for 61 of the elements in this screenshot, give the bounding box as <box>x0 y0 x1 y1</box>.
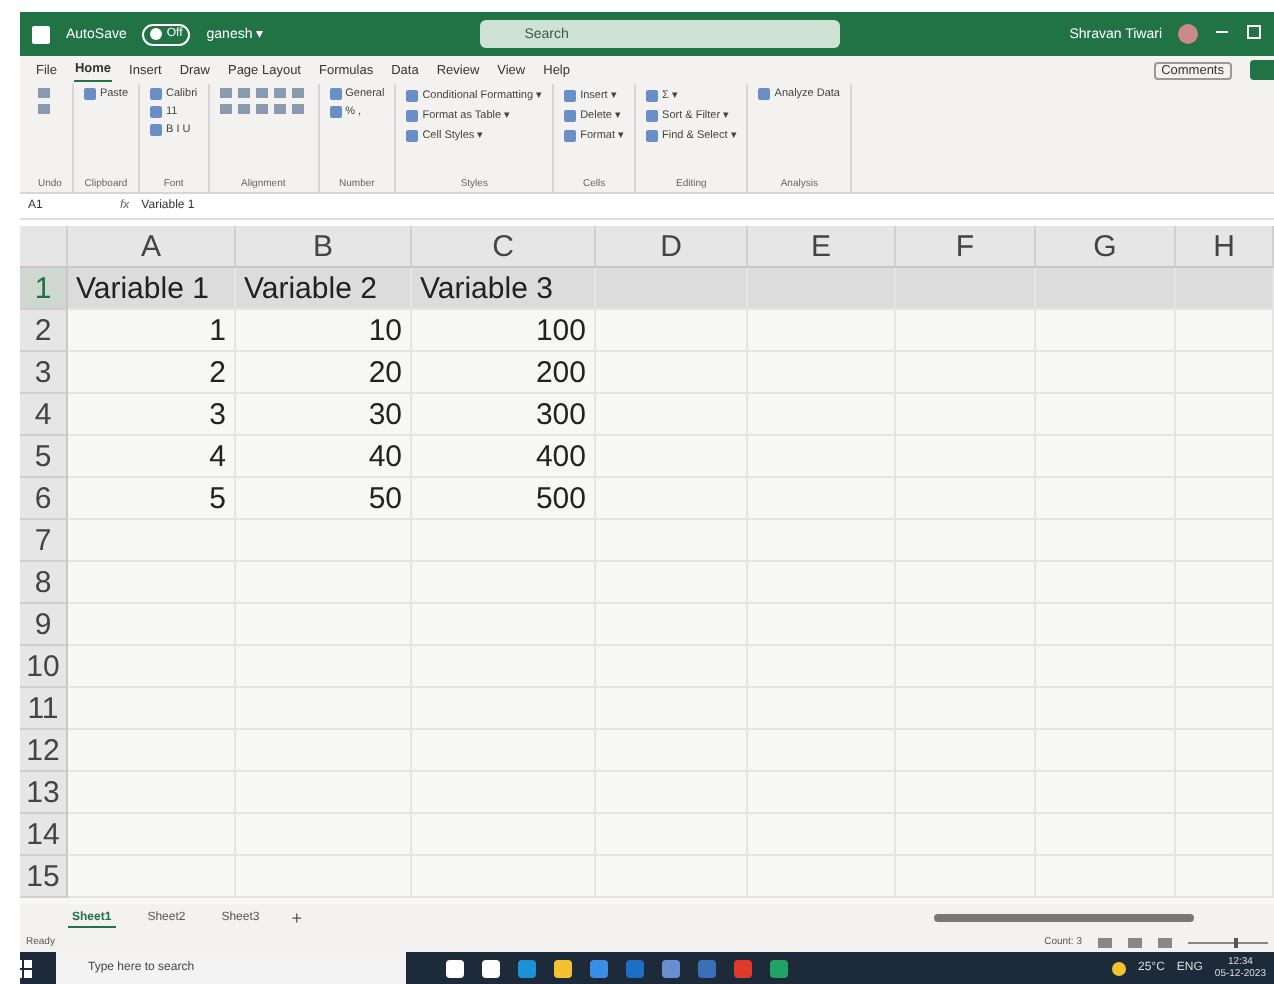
row-header[interactable]: 10 <box>20 646 68 688</box>
table-cell <box>896 310 1036 352</box>
weather-icon[interactable] <box>1112 961 1126 975</box>
table-cell: Variable 1 <box>68 268 236 310</box>
column-header[interactable]: H <box>1176 226 1274 268</box>
column-header[interactable]: F <box>896 226 1036 268</box>
column-header[interactable]: B <box>236 226 412 268</box>
horizontal-scrollbar[interactable] <box>934 914 1194 922</box>
column-header[interactable]: E <box>748 226 896 268</box>
zoom-thumb[interactable] <box>1233 937 1238 947</box>
table-cell: 5 <box>68 478 236 520</box>
table-cell: 4 <box>68 436 236 478</box>
app-icon[interactable] <box>554 959 572 977</box>
page-break-icon[interactable] <box>1158 937 1172 947</box>
row-header[interactable]: 2 <box>20 310 68 352</box>
toolbar-icons-drawing <box>219 88 308 114</box>
row-header[interactable]: 15 <box>20 856 68 898</box>
row-header[interactable]: 4 <box>20 394 68 436</box>
add-sheet-button[interactable]: + <box>291 908 303 928</box>
normal-view-icon[interactable] <box>1098 937 1112 947</box>
row-header[interactable]: 13 <box>20 772 68 814</box>
table-cell: 3 <box>68 394 236 436</box>
row-header[interactable]: 5 <box>20 436 68 478</box>
table-cell: 100 <box>412 310 596 352</box>
row-header[interactable]: 11 <box>20 688 68 730</box>
table-cell: 200 <box>412 352 596 394</box>
table-cell: 1 <box>68 310 236 352</box>
row-header[interactable]: 14 <box>20 814 68 856</box>
column-header[interactable]: A <box>68 226 236 268</box>
column-header[interactable]: G <box>1036 226 1176 268</box>
table-cell <box>1176 310 1274 352</box>
row-header[interactable]: 3 <box>20 352 68 394</box>
restore-icon[interactable] <box>1246 24 1262 44</box>
row-header[interactable]: 12 <box>20 730 68 772</box>
row-header[interactable]: 9 <box>20 604 68 646</box>
table-cell: 10 <box>236 310 412 352</box>
table-cell <box>896 268 1036 310</box>
table-cell: 400 <box>412 436 596 478</box>
row-header[interactable]: 6 <box>20 478 68 520</box>
table-cell: Variable 2 <box>236 268 412 310</box>
table-cell: 2 <box>68 352 236 394</box>
row-header[interactable]: 1 <box>20 268 68 310</box>
table-cell: 50 <box>236 478 412 520</box>
table-cell: 20 <box>236 352 412 394</box>
table-cell <box>1036 310 1176 352</box>
app-icon[interactable] <box>482 959 500 977</box>
app-icon[interactable] <box>446 959 464 977</box>
row-header[interactable]: 8 <box>20 562 68 604</box>
table-cell: 300 <box>412 394 596 436</box>
toolbar-icons-drawing <box>38 88 50 114</box>
app-logo-icon <box>32 25 50 43</box>
table-cell: 500 <box>412 478 596 520</box>
table-cell: Variable 3 <box>412 268 596 310</box>
table-cell <box>1176 268 1274 310</box>
table-cell <box>1036 268 1176 310</box>
column-header[interactable]: C <box>412 226 596 268</box>
page-layout-icon[interactable] <box>1128 937 1142 947</box>
table-cell: 30 <box>236 394 412 436</box>
column-header[interactable]: D <box>596 226 748 268</box>
table-cell: 40 <box>236 436 412 478</box>
row-header[interactable]: 7 <box>20 520 68 562</box>
